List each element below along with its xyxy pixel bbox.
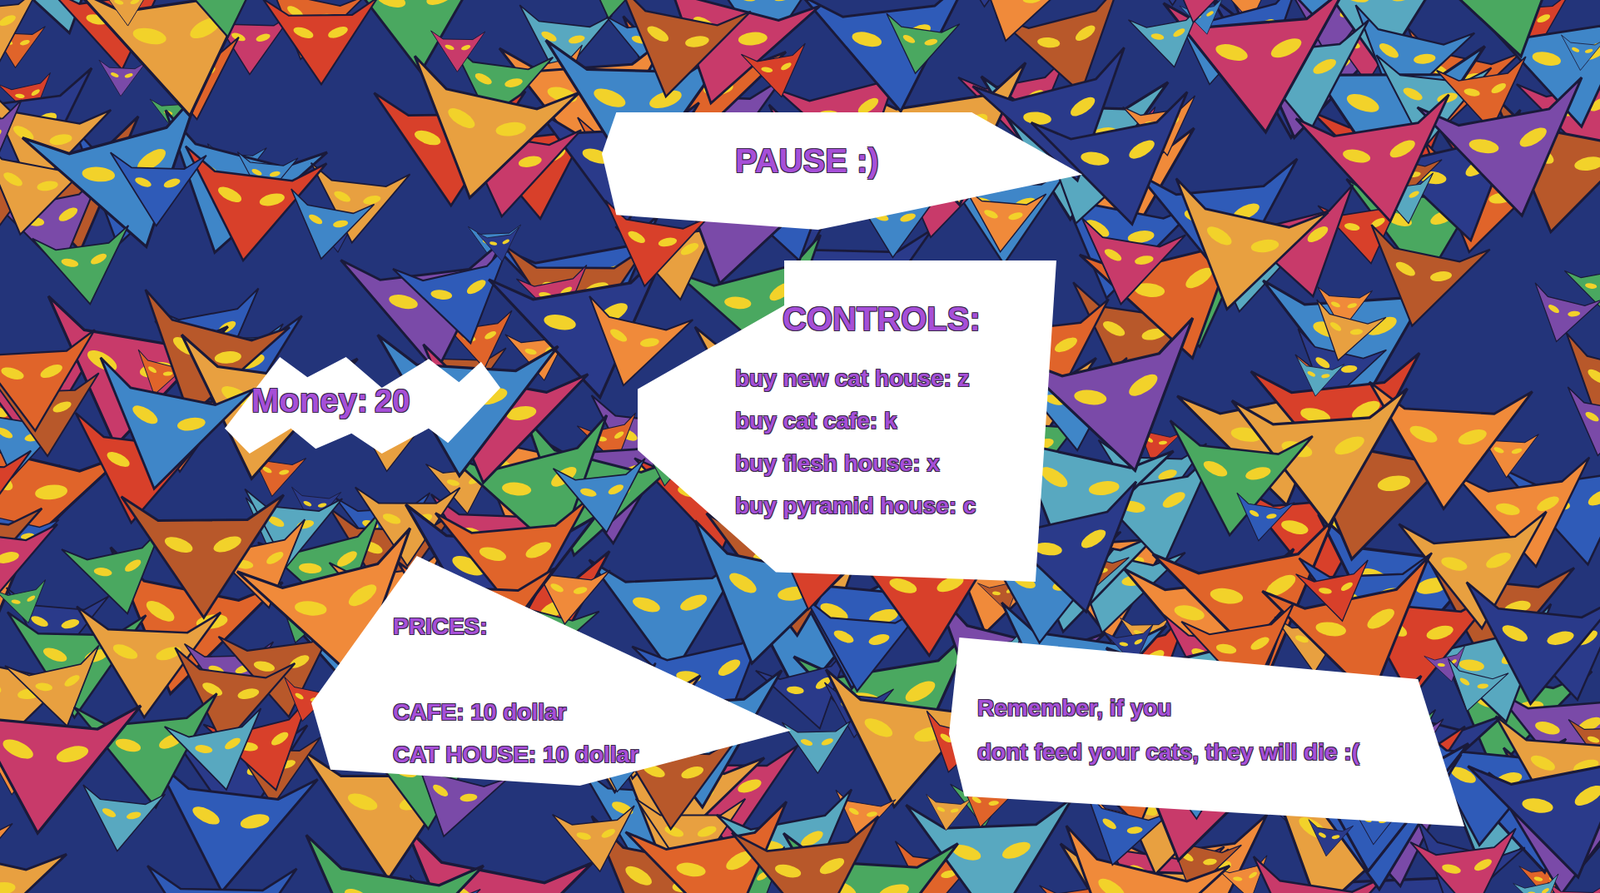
prices-title: PRICES: [392,605,791,648]
money-panel: Money:20 [224,357,501,454]
control-item: buy new cat house: z [735,357,1057,400]
control-item: buy flesh house: x [735,442,1057,485]
control-item: buy pyramid house: c [735,484,1057,527]
controls-panel-content: CONTROLS: buy new cat house: zbuy cat caf… [637,260,1057,527]
reminder-panel: Remember, if youdont feed your cats, the… [949,637,1465,827]
pause-panel-content: PAUSE :) [601,107,1083,181]
reminder-line: Remember, if you [977,685,1465,731]
reminder-panel-shape [949,637,1465,827]
money-panel-content: Money:20 [224,357,501,420]
prices-panel-content: PRICES: CAFE: 10 dollarCAT HOUSE: 10 doll… [311,556,791,776]
pause-title: PAUSE :) [735,140,1083,181]
prices-panel: PRICES: CAFE: 10 dollarCAT HOUSE: 10 doll… [311,556,791,786]
game-screen: PAUSE :) Money:20 CONTROLS: buy new cat hou… [0,0,1600,893]
reminder-line: dont feed your cats, they will die :( [977,730,1465,775]
money-value: 20 [374,383,410,420]
control-item: buy cat cafe: k [735,399,1057,443]
controls-title: CONTROLS: [782,298,1057,339]
money-label: Money: [251,382,368,420]
pause-panel: PAUSE :) [601,107,1083,230]
controls-panel: CONTROLS: buy new cat house: zbuy cat caf… [637,260,1057,582]
reminder-panel-content: Remember, if youdont feed your cats, the… [949,637,1465,775]
price-item: CAFE: 10 dollar [392,690,791,734]
price-item: CAT HOUSE: 10 dollar [392,733,791,776]
